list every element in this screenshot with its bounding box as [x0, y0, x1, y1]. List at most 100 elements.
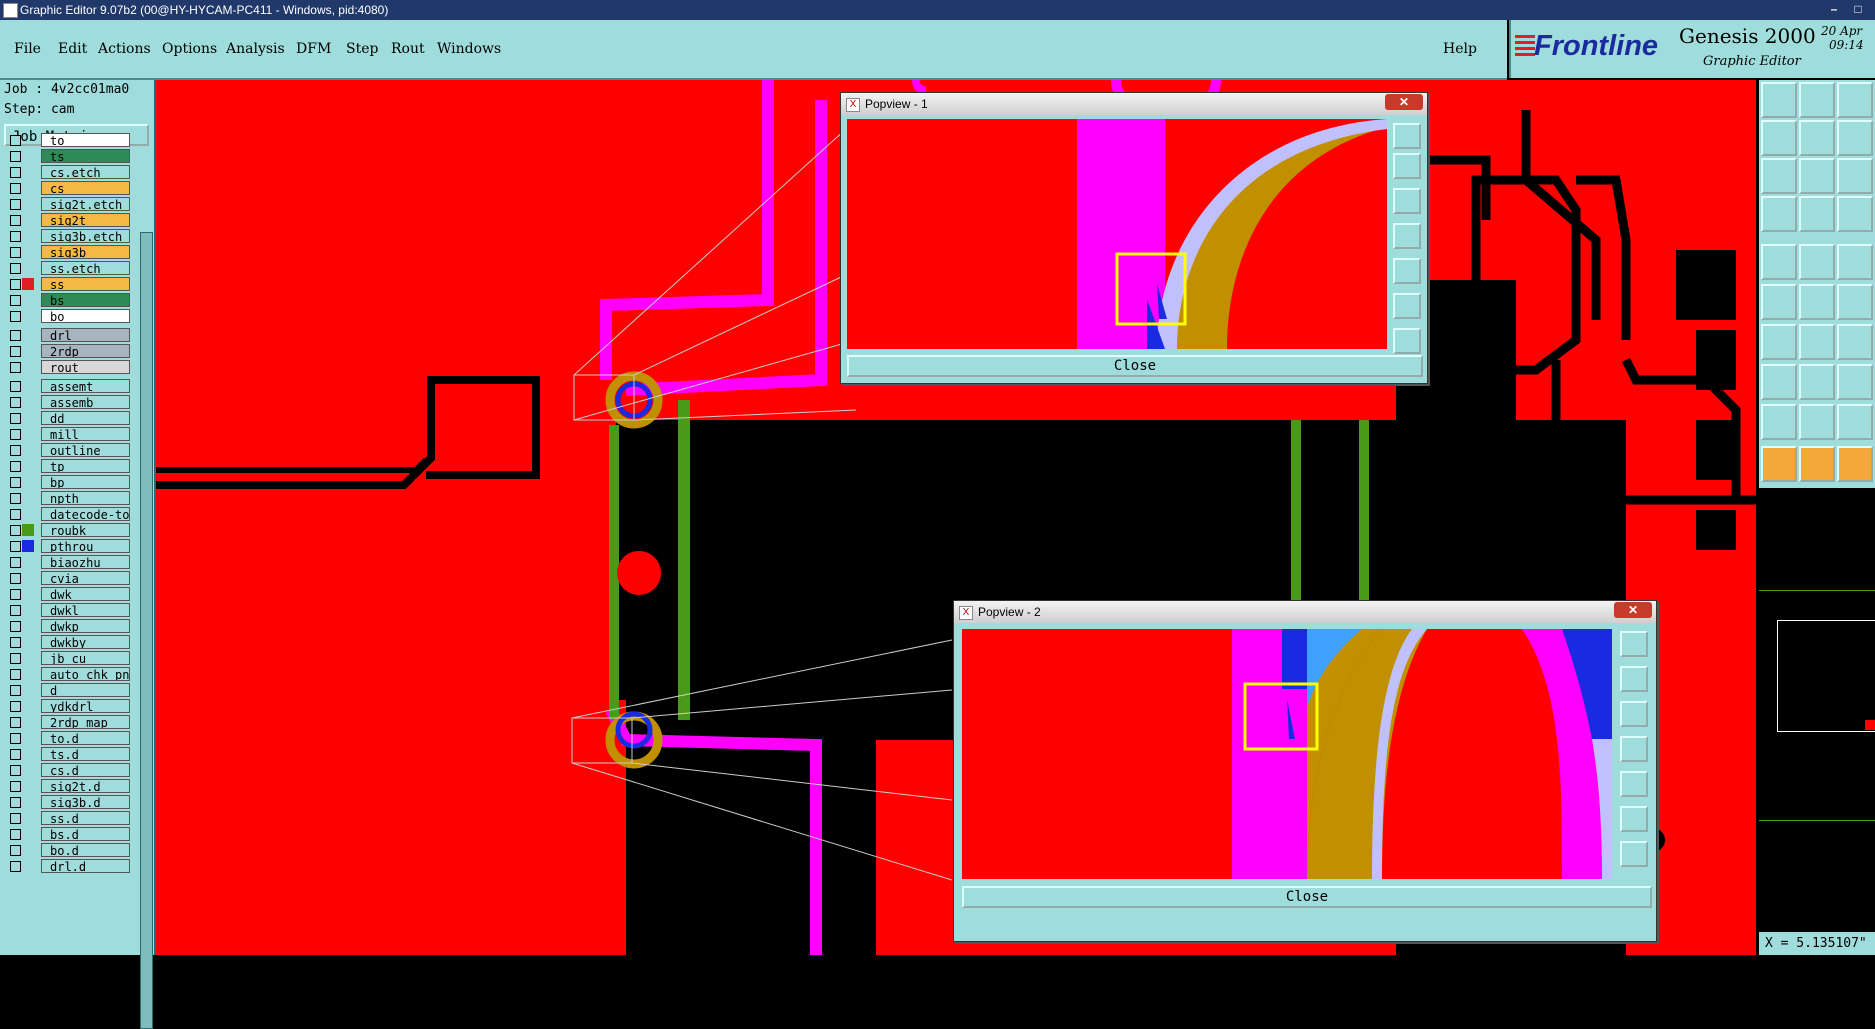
toolbar-button[interactable] [1799, 82, 1835, 118]
layer-checkbox[interactable] [10, 733, 21, 744]
layer-row[interactable]: outline [8, 443, 130, 457]
layer-checkbox[interactable] [10, 781, 21, 792]
layer-row[interactable]: roubk [8, 523, 130, 537]
layer-row[interactable]: 2rdp [8, 344, 130, 358]
layer-checkbox[interactable] [10, 845, 21, 856]
layer-row[interactable]: dwk [8, 587, 130, 601]
toolbar-button[interactable] [1799, 120, 1835, 156]
layer-name[interactable]: drl.d [41, 859, 130, 873]
toolbar-button[interactable] [1799, 158, 1835, 194]
layer-name[interactable]: sig2t.d [41, 779, 130, 793]
layer-row[interactable]: drl [8, 328, 130, 342]
layer-row[interactable]: cs [8, 181, 130, 195]
layer-row[interactable]: jb_cu [8, 651, 130, 665]
layer-row[interactable]: dwkp [8, 619, 130, 633]
layer-row[interactable]: mill [8, 427, 130, 441]
layer-checkbox[interactable] [10, 279, 21, 290]
layer-name[interactable]: ydkdrl [41, 699, 130, 713]
menu-rout[interactable]: Rout [391, 41, 425, 57]
layer-checkbox[interactable] [10, 346, 21, 357]
menu-edit[interactable]: Edit [58, 41, 87, 57]
popview-2-close-button[interactable]: Close [962, 886, 1652, 908]
layer-name[interactable]: dwkl [41, 603, 130, 617]
layer-name[interactable]: assemb [41, 395, 130, 409]
layer-checkbox[interactable] [10, 557, 21, 568]
layer-row[interactable]: assemb [8, 395, 130, 409]
layer-checkbox[interactable] [10, 797, 21, 808]
layer-checkbox[interactable] [10, 362, 21, 373]
layer-checkbox[interactable] [10, 525, 21, 536]
layer-row[interactable]: ss [8, 277, 130, 291]
layer-checkbox[interactable] [10, 183, 21, 194]
layer-name[interactable]: sig3b [41, 245, 130, 259]
layer-checkbox[interactable] [10, 413, 21, 424]
layer-row[interactable]: assemt [8, 379, 130, 393]
layer-checkbox[interactable] [10, 247, 21, 258]
popview-1-close-button[interactable]: Close [847, 355, 1423, 377]
toolbar-button[interactable] [1799, 284, 1835, 320]
layer-row[interactable]: datecode-to [8, 507, 130, 521]
layer-name[interactable]: jb_cu [41, 651, 130, 665]
layer-name[interactable]: sig2t.etch [41, 197, 130, 211]
layer-checkbox[interactable] [10, 295, 21, 306]
layer-row[interactable]: drl.d [8, 859, 130, 873]
layer-name[interactable]: bs.d [41, 827, 130, 841]
menu-file[interactable]: File [14, 41, 41, 57]
popview-zoom-in-button[interactable] [1620, 806, 1648, 832]
layer-name[interactable]: ss [41, 277, 130, 291]
layer-checkbox[interactable] [10, 429, 21, 440]
layer-checkbox[interactable] [10, 573, 21, 584]
select-arrow-icon[interactable] [1799, 446, 1835, 482]
toolbar-button[interactable] [1837, 196, 1873, 232]
menu-actions[interactable]: Actions [98, 41, 151, 57]
toolbar-button[interactable] [1799, 364, 1835, 400]
toolbar-button[interactable] [1837, 120, 1873, 156]
toolbar-button[interactable] [1761, 158, 1797, 194]
toolbar-button[interactable] [1837, 324, 1873, 360]
layer-checkbox[interactable] [10, 669, 21, 680]
layer-row[interactable]: auto_chk_pni [8, 667, 130, 681]
popview-zoom-out-button[interactable] [1393, 328, 1421, 354]
layer-row[interactable]: ts.d [8, 747, 130, 761]
layer-name[interactable]: cs.etch [41, 165, 130, 179]
toolbar-button[interactable] [1799, 324, 1835, 360]
layer-name[interactable]: ts.d [41, 747, 130, 761]
layer-checkbox[interactable] [10, 461, 21, 472]
layer-checkbox[interactable] [10, 541, 21, 552]
menu-help[interactable]: Help [1443, 41, 1477, 57]
layer-checkbox[interactable] [10, 637, 21, 648]
layer-checkbox[interactable] [10, 829, 21, 840]
layer-row[interactable]: tp [8, 459, 130, 473]
layer-name[interactable]: ss.etch [41, 261, 130, 275]
popview-pan-left-button[interactable] [1620, 736, 1648, 762]
layer-name[interactable]: dwk [41, 587, 130, 601]
layer-name[interactable]: dwkby [41, 635, 130, 649]
layer-name[interactable]: 2rdp [41, 344, 130, 358]
layer-checkbox[interactable] [10, 477, 21, 488]
layer-row[interactable]: bs [8, 293, 130, 307]
layer-row[interactable]: dwkby [8, 635, 130, 649]
popview-pan-down-button[interactable] [1620, 701, 1648, 727]
toolbar-button[interactable] [1837, 284, 1873, 320]
layer-name[interactable]: sig3b.etch [41, 229, 130, 243]
layer-name[interactable]: pthrou [41, 539, 130, 553]
toolbar-button[interactable] [1837, 82, 1873, 118]
layer-row[interactable]: sig2t.d [8, 779, 130, 793]
layer-name[interactable]: bp [41, 475, 130, 489]
layer-name[interactable]: assemt [41, 379, 130, 393]
layer-name[interactable]: tp [41, 459, 130, 473]
layer-name[interactable]: biaozhu [41, 555, 130, 569]
layer-name[interactable]: outline [41, 443, 130, 457]
layer-name[interactable]: cs.d [41, 763, 130, 777]
layer-checkbox[interactable] [10, 653, 21, 664]
layer-name[interactable]: to [41, 133, 130, 147]
layer-row[interactable]: d [8, 683, 130, 697]
layer-row[interactable]: ss.etch [8, 261, 130, 275]
layer-checkbox[interactable] [10, 493, 21, 504]
toolbar-button[interactable] [1837, 244, 1873, 280]
layer-name[interactable]: cs [41, 181, 130, 195]
layer-checkbox[interactable] [10, 381, 21, 392]
menu-dfm[interactable]: DFM [296, 41, 331, 57]
toolbar-button[interactable] [1761, 120, 1797, 156]
popview-2-titlebar[interactable]: X Popview - 2 ✕ [954, 601, 1656, 623]
